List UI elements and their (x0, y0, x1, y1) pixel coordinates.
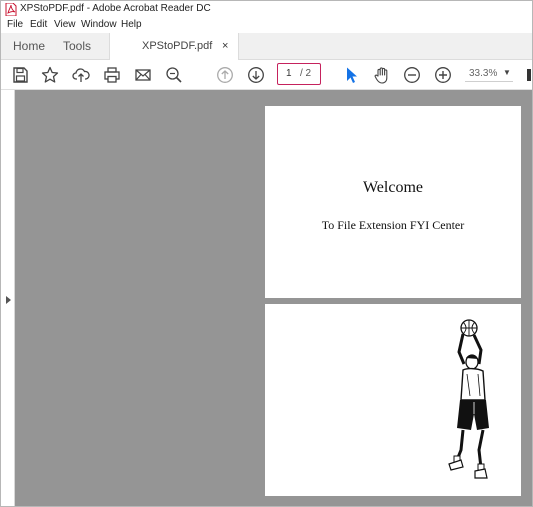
zoom-underline (465, 81, 513, 82)
menu-edit[interactable]: Edit (30, 19, 47, 30)
page-number-field[interactable]: 1 / 2 (277, 63, 321, 85)
select-arrow-icon[interactable] (343, 66, 361, 84)
menu-bar: File Edit View Window Help (1, 18, 532, 33)
hand-icon[interactable] (373, 66, 391, 84)
menu-view[interactable]: View (54, 19, 76, 30)
more-tools-icon[interactable] (527, 69, 531, 81)
tab-tools[interactable]: Tools (63, 33, 91, 59)
app-window: XPStoPDF.pdf - Adobe Acrobat Reader DC F… (0, 0, 533, 507)
tab-close-icon[interactable]: × (222, 33, 228, 59)
expand-panel-icon[interactable] (6, 296, 11, 304)
zoom-value[interactable]: 33.3% (469, 68, 497, 79)
chevron-down-icon[interactable]: ▼ (503, 68, 511, 77)
window-title: XPStoPDF.pdf - Adobe Acrobat Reader DC (20, 3, 211, 14)
tab-home[interactable]: Home (13, 33, 45, 59)
menu-help[interactable]: Help (121, 19, 142, 30)
pdf-page-1: Welcome To File Extension FYI Center (265, 106, 521, 298)
left-navigation-rail (1, 90, 15, 506)
star-icon[interactable] (41, 66, 59, 84)
page-up-icon[interactable] (216, 66, 234, 84)
acrobat-app-icon (5, 2, 17, 17)
toolbar: 1 / 2 33.3% ▼ (1, 60, 532, 90)
page-current[interactable]: 1 (286, 68, 292, 79)
mail-icon[interactable] (134, 66, 152, 84)
tab-document-label: XPStoPDF.pdf (142, 40, 213, 52)
zoom-out-icon[interactable] (403, 66, 421, 84)
menu-window[interactable]: Window (81, 19, 117, 30)
pdf-page-2 (265, 304, 521, 496)
page1-subtitle: To File Extension FYI Center (321, 218, 465, 232)
upload-cloud-icon[interactable] (72, 66, 90, 84)
save-icon[interactable] (11, 66, 29, 84)
title-bar: XPStoPDF.pdf - Adobe Acrobat Reader DC (1, 1, 532, 18)
menu-file[interactable]: File (7, 19, 23, 30)
tab-document[interactable]: XPStoPDF.pdf × (109, 33, 239, 60)
zoom-in-icon[interactable] (434, 66, 452, 84)
print-icon[interactable] (103, 66, 121, 84)
page1-title: Welcome (362, 179, 423, 196)
document-viewer[interactable]: Welcome To File Extension FYI Center (15, 90, 532, 506)
zoom-dropdown[interactable]: 33.3% ▼ (465, 66, 513, 82)
tab-bar: Home Tools XPStoPDF.pdf × (1, 33, 532, 60)
zoom-search-icon[interactable] (165, 66, 183, 84)
basketball-player-image (441, 318, 501, 480)
page-total: / 2 (300, 68, 312, 79)
page-down-icon[interactable] (247, 66, 265, 84)
